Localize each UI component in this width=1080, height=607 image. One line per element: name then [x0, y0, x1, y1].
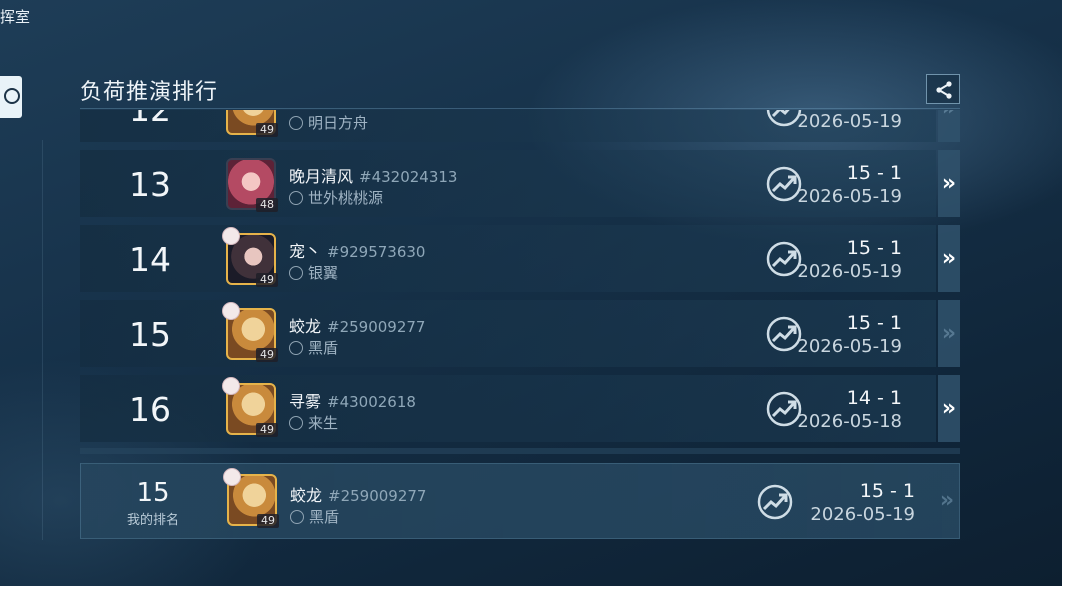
trend-up-icon [757, 484, 793, 520]
player-name: 宠丶 #929573630 [289, 238, 425, 262]
expand-arrow[interactable]: » [938, 225, 960, 292]
expand-arrow[interactable]: » [938, 300, 960, 367]
team-icon [289, 191, 303, 205]
leaderboard-row[interactable]: 14 49 宠丶 #929573630 银翼 15 - 1 2026-05-19 [80, 225, 936, 292]
team-name: 黑盾 [290, 506, 339, 527]
player-id: #432024313 [359, 168, 458, 186]
rank-number: 15 [129, 315, 171, 354]
title-divider [80, 108, 960, 109]
player-name: 晚月清风 #432024313 [289, 163, 457, 187]
match-score: 14 - 1 [846, 387, 902, 409]
rank-number: 16 [129, 390, 171, 429]
team-name: 明日方舟 [289, 112, 368, 133]
list-divider [80, 448, 960, 454]
leaderboard-row[interactable]: 16 49 寻雾 #43002618 来生 14 - 1 2026-05-18 [80, 375, 936, 442]
team-icon [289, 266, 303, 280]
leaderboard-list[interactable]: 12 49 明日方舟 2026-05-19 » 13 48 晚月清风 #43202… [80, 110, 960, 453]
team-label: 黑盾 [308, 339, 339, 357]
hud-title: 挥室 [0, 8, 31, 26]
team-icon [290, 510, 304, 524]
side-menu-icon [4, 88, 20, 104]
player-name: 蛟龙 #259009277 [290, 482, 426, 506]
game-screen: 挥室 负荷推演排行 12 49 明日方舟 2026-05-19 » [0, 0, 1062, 586]
team-icon [289, 116, 303, 130]
rank-number: 14 [129, 240, 171, 279]
team-label: 银翼 [308, 264, 339, 282]
player-id: #259009277 [327, 318, 426, 336]
level-badge: 49 [256, 348, 278, 362]
team-name: 来生 [289, 412, 338, 433]
level-badge: 49 [256, 123, 278, 137]
match-score: 15 - 1 [846, 237, 902, 259]
my-rank-number: 15 [136, 478, 170, 508]
rank-number: 12 [110, 110, 190, 129]
leaderboard-row[interactable]: 13 48 晚月清风 #432024313 世外桃桃源 15 - 1 2026-0… [80, 150, 936, 217]
team-label: 明日方舟 [308, 114, 369, 132]
avatar-decoration [222, 377, 240, 395]
team-label: 黑盾 [309, 508, 340, 526]
avatar-decoration [223, 468, 241, 486]
match-date: 2026-05-19 [810, 504, 915, 525]
expand-arrow[interactable]: » [938, 375, 960, 442]
share-icon [936, 81, 952, 99]
avatar[interactable]: 48 [222, 156, 280, 212]
match-score: 15 - 1 [846, 162, 902, 184]
match-score: 15 - 1 [846, 312, 902, 334]
player-name: 寻雾 #43002618 [289, 388, 416, 412]
team-name: 世外桃桃源 [289, 187, 383, 208]
team-name: 银翼 [289, 262, 338, 283]
match-date: 2026-05-19 [797, 336, 902, 357]
avatar[interactable]: 49 [223, 468, 281, 528]
avatar-decoration [222, 227, 240, 245]
team-icon [289, 416, 303, 430]
side-menu-button[interactable] [0, 76, 22, 118]
player-name: 蛟龙 #259009277 [289, 313, 425, 337]
player-name-text: 蛟龙 [289, 317, 322, 336]
level-badge: 49 [257, 514, 279, 528]
match-date: 2026-05-19 [797, 186, 902, 207]
avatar[interactable]: 49 [222, 302, 280, 362]
player-name-text: 宠丶 [289, 242, 322, 261]
match-score: 15 - 1 [859, 480, 915, 502]
team-icon [289, 341, 303, 355]
avatar-decoration [222, 302, 240, 320]
side-divider [42, 140, 43, 540]
level-badge: 49 [256, 423, 278, 437]
player-name-text: 寻雾 [289, 392, 322, 411]
leaderboard-row[interactable]: 15 49 蛟龙 #259009277 黑盾 15 - 1 2026-05-19 [80, 300, 936, 367]
panel-title: 负荷推演排行 [80, 80, 219, 105]
expand-arrow[interactable]: » [938, 110, 960, 142]
avatar[interactable]: 49 [222, 110, 280, 137]
team-name: 黑盾 [289, 337, 338, 358]
leaderboard-row[interactable]: 12 49 明日方舟 2026-05-19 [80, 110, 936, 142]
expand-arrow[interactable]: » [938, 150, 960, 217]
avatar[interactable]: 49 [222, 227, 280, 287]
match-date: 2026-05-19 [797, 111, 902, 132]
player-id: #43002618 [327, 393, 416, 411]
level-badge: 48 [256, 198, 278, 212]
player-id: #259009277 [328, 487, 427, 505]
my-rank-label: 我的排名 [126, 513, 179, 528]
player-id: #929573630 [327, 243, 426, 261]
match-date: 2026-05-19 [797, 261, 902, 282]
my-rank-row[interactable]: 15 我的排名 49 蛟龙 #259009277 黑盾 15 - 1 2026-0… [80, 463, 960, 539]
team-label: 来生 [308, 414, 339, 432]
player-name-text: 蛟龙 [290, 486, 323, 505]
team-label: 世外桃桃源 [308, 189, 384, 207]
player-name-text: 晚月清风 [289, 167, 354, 186]
match-date: 2026-05-18 [797, 411, 902, 432]
level-badge: 49 [256, 273, 278, 287]
expand-arrow[interactable]: » [936, 464, 958, 538]
avatar[interactable]: 49 [222, 377, 280, 437]
rank-number: 13 [129, 165, 171, 204]
share-button[interactable] [926, 74, 960, 104]
